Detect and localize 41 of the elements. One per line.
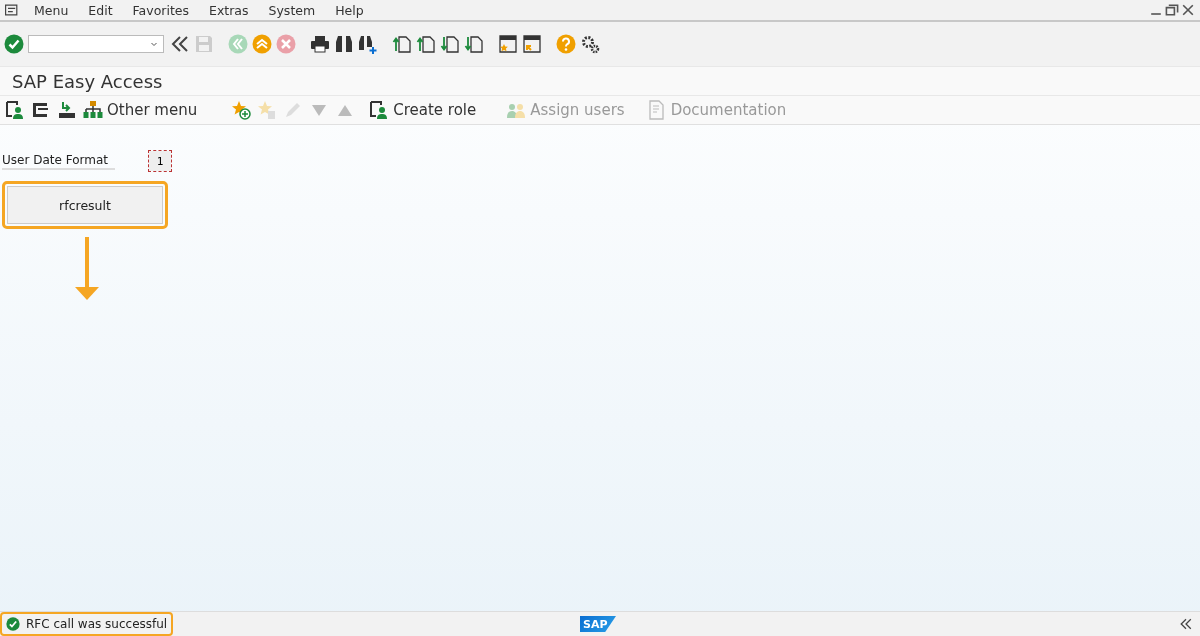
sap-menu-icon[interactable]: [31, 100, 51, 120]
status-text: RFC call was successful: [26, 617, 168, 631]
binoculars-icon[interactable]: [334, 34, 354, 54]
first-page-icon[interactable]: [392, 34, 412, 54]
star-delete-icon[interactable]: [257, 100, 278, 120]
success-icon[interactable]: [6, 617, 20, 631]
collapse-icon[interactable]: [1178, 616, 1194, 632]
hierarchy-icon: [83, 100, 103, 120]
star-plus-icon[interactable]: [231, 100, 252, 120]
next-page-icon[interactable]: [440, 34, 460, 54]
menu-icon[interactable]: [4, 2, 20, 18]
menu-item[interactable]: Menu: [34, 2, 69, 18]
menu-item[interactable]: Favorites: [132, 2, 189, 18]
print-icon[interactable]: [310, 34, 330, 54]
last-page-icon[interactable]: [464, 34, 484, 54]
settings-icon[interactable]: [580, 34, 600, 54]
close-icon[interactable]: [1180, 2, 1196, 18]
field-label: User Date Format: [2, 152, 115, 170]
menu-item[interactable]: Edit: [88, 2, 113, 18]
toolbar-button[interactable]: Create role: [369, 100, 483, 120]
menu-item[interactable]: System: [268, 2, 316, 18]
new-window-icon[interactable]: [498, 34, 518, 54]
command-field[interactable]: [28, 35, 164, 53]
user-menu-icon[interactable]: [5, 100, 25, 120]
tray-icon[interactable]: [57, 100, 77, 120]
restore-icon[interactable]: [1164, 2, 1180, 18]
screen-title: SAP Easy Access: [12, 70, 163, 92]
input-field[interactable]: 1: [149, 151, 171, 171]
down-arrow: [74, 237, 100, 301]
binoculars-plus-icon[interactable]: [358, 34, 378, 54]
sap-logo: SAP: [580, 616, 616, 632]
menu-item[interactable]: Extras: [209, 2, 249, 18]
shortcut-window-icon[interactable]: [522, 34, 542, 54]
previous-page-icon[interactable]: [416, 34, 436, 54]
role-icon: [369, 100, 390, 120]
document-icon: [646, 100, 667, 120]
enter-icon[interactable]: [4, 34, 24, 54]
menu-item[interactable]: Help: [335, 2, 364, 18]
back-arrows-icon[interactable]: [170, 34, 190, 54]
rfcresult-button[interactable]: rfcresult: [7, 186, 163, 224]
toolbar-button[interactable]: Other menu: [83, 100, 204, 120]
